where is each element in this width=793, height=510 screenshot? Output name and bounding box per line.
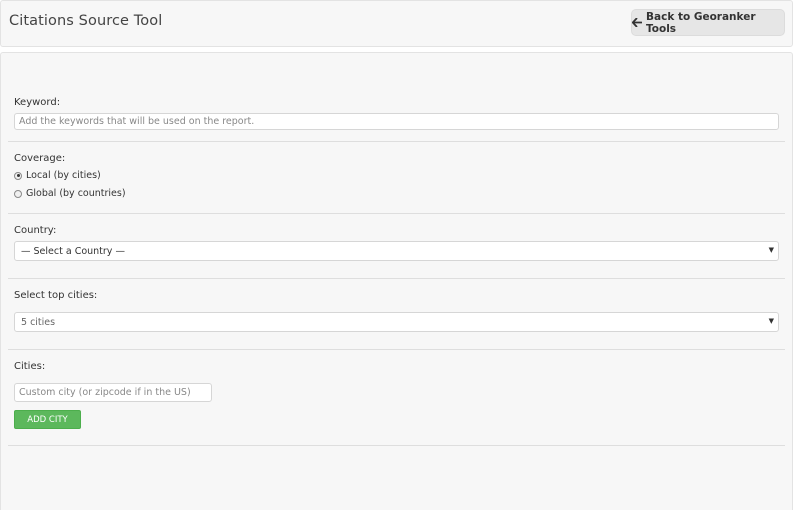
divider — [8, 141, 785, 142]
cities-label: Cities: — [14, 361, 46, 372]
top-cities-select[interactable]: 5 cities ▼ — [14, 312, 779, 332]
divider — [8, 213, 785, 214]
keyword-label: Keyword: — [14, 97, 61, 108]
radio-unchecked-icon[interactable] — [14, 189, 22, 198]
caret-down-icon: ▼ — [768, 246, 774, 254]
caret-down-icon: ▼ — [768, 317, 774, 325]
coverage-option-label: Global (by countries) — [26, 188, 126, 199]
keyword-input[interactable] — [14, 113, 779, 130]
header-bar: Citations Source Tool Back to Georanker … — [0, 0, 793, 47]
divider — [8, 445, 785, 446]
radio-checked-icon[interactable] — [14, 171, 22, 180]
coverage-option-local[interactable]: Local (by cities) — [14, 170, 101, 181]
arrow-left-icon — [632, 18, 642, 27]
country-select-value: — Select a Country — — [21, 245, 125, 257]
coverage-option-global[interactable]: Global (by countries) — [14, 188, 126, 199]
top-cities-select-value: 5 cities — [21, 316, 56, 328]
custom-city-input[interactable] — [14, 383, 212, 402]
top-cities-label: Select top cities: — [14, 290, 98, 301]
country-select[interactable]: — Select a Country — ▼ — [14, 241, 779, 261]
back-to-tools-button[interactable]: Back to Georanker Tools — [631, 9, 785, 36]
country-label: Country: — [14, 225, 57, 236]
divider — [8, 278, 785, 279]
coverage-label: Coverage: — [14, 153, 66, 164]
add-city-button[interactable]: ADD CITY — [14, 410, 81, 429]
divider — [8, 349, 785, 350]
page-title: Citations Source Tool — [9, 13, 163, 29]
coverage-option-label: Local (by cities) — [26, 170, 101, 181]
back-button-label: Back to Georanker Tools — [646, 10, 756, 35]
